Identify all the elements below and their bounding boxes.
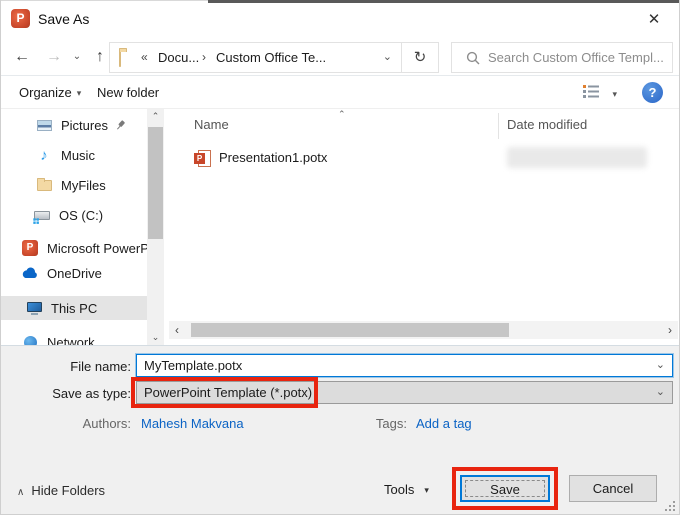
file-row-presentation1[interactable]: P Presentation1.potx — [164, 147, 680, 171]
title-bar: P Save As ✕ — [1, 3, 679, 39]
this-pc-icon — [25, 302, 43, 315]
sidebar-item-label: OS (C:) — [59, 208, 103, 223]
column-header-name[interactable]: Name — [194, 117, 229, 132]
powerpoint-icon: P — [11, 9, 30, 28]
horizontal-scrollbar[interactable]: ‹ › — [169, 321, 678, 339]
sidebar-item-myfiles[interactable]: MyFiles — [1, 173, 147, 197]
sidebar-item-label: Pictures — [61, 118, 108, 133]
save-as-type-chevron[interactable]: ⌄ — [656, 385, 665, 398]
browser-body: Pictures ♪ Music MyFiles OS (C:) P Micro… — [1, 109, 680, 345]
sidebar-item-pictures[interactable]: Pictures — [1, 113, 147, 137]
sort-indicator-icon: ⌃ — [338, 109, 346, 120]
sidebar-item-music[interactable]: ♪ Music — [1, 143, 147, 167]
sidebar-scrollbar[interactable]: ⌃ ⌄ — [147, 109, 164, 345]
hide-folders-button[interactable]: ∧ Hide Folders — [17, 483, 105, 498]
hide-folders-label: Hide Folders — [31, 483, 105, 498]
sidebar-item-label: Microsoft PowerPo — [47, 241, 147, 256]
network-icon — [21, 336, 39, 346]
music-icon: ♪ — [35, 147, 53, 164]
sidebar-item-label: OneDrive — [47, 266, 102, 281]
column-divider[interactable] — [498, 113, 499, 139]
breadcrumb-overflow-chevron[interactable]: « — [141, 43, 148, 72]
onedrive-icon — [21, 267, 39, 279]
sidebar-item-network[interactable]: Network — [1, 330, 147, 345]
close-icon[interactable]: ✕ — [641, 8, 667, 32]
file-name-label: File name: — [1, 359, 131, 374]
folder-icon — [119, 50, 121, 67]
details-view-icon — [583, 84, 600, 99]
powerpoint-icon: P — [21, 240, 39, 256]
authors-label: Authors: — [1, 416, 131, 431]
save-as-type-label: Save as type: — [1, 386, 131, 401]
organize-button[interactable]: Organize ▾ — [19, 77, 81, 109]
drive-icon — [33, 211, 51, 220]
scroll-down-icon[interactable]: ⌄ — [147, 330, 164, 345]
sidebar-item-onedrive[interactable]: OneDrive — [1, 261, 147, 285]
navigation-bar: ← → ⌄ ↑ « Docu... › Custom Office Te... … — [1, 39, 679, 76]
sidebar-item-microsoft-powerpoint[interactable]: P Microsoft PowerPo — [1, 236, 147, 260]
scroll-right-icon[interactable]: › — [662, 321, 678, 339]
save-as-dialog: P Save As ✕ ← → ⌄ ↑ « Docu... › Custom O… — [0, 0, 680, 515]
search-icon — [466, 51, 480, 65]
command-toolbar: Organize ▾ New folder ▾ ? — [1, 77, 679, 109]
sidebar-item-os-c[interactable]: OS (C:) — [1, 203, 147, 227]
sidebar-item-label: Music — [61, 148, 95, 163]
tags-label: Tags: — [341, 416, 407, 431]
file-list: ⌃ Name Date modified P Presentation1.pot… — [164, 109, 680, 345]
tools-button[interactable]: Tools ▾ — [384, 482, 429, 497]
address-bar[interactable]: « Docu... › Custom Office Te... ⌄ ↻ — [109, 42, 439, 73]
breadcrumb-current-folder[interactable]: Custom Office Te... — [216, 43, 326, 72]
date-modified-redacted — [507, 147, 647, 168]
address-dropdown-chevron[interactable]: ⌄ — [383, 43, 392, 72]
caret-down-icon: ▾ — [77, 88, 82, 98]
sidebar-item-label: Network — [47, 335, 95, 346]
sidebar-item-label: MyFiles — [61, 178, 106, 193]
scroll-up-icon[interactable]: ⌃ — [147, 109, 164, 124]
folder-icon — [35, 180, 53, 191]
new-folder-button[interactable]: New folder — [97, 77, 159, 109]
recent-locations-chevron[interactable]: ⌄ — [69, 43, 85, 71]
pictures-icon — [35, 120, 53, 131]
scrollbar-thumb[interactable] — [191, 323, 509, 337]
file-name: Presentation1.potx — [219, 150, 327, 165]
save-button[interactable]: Save — [460, 475, 550, 502]
file-name-input[interactable] — [136, 354, 673, 377]
sidebar-item-this-pc[interactable]: This PC — [1, 296, 147, 320]
breadcrumb-separator-icon: › — [202, 43, 206, 72]
breadcrumb-parent[interactable]: Docu... — [158, 43, 199, 72]
refresh-icon[interactable]: ↻ — [401, 43, 438, 72]
resize-grip[interactable] — [665, 501, 675, 511]
back-button[interactable]: ← — [9, 43, 35, 71]
chevron-up-icon: ∧ — [17, 487, 24, 498]
help-icon[interactable]: ? — [642, 82, 663, 103]
cancel-button[interactable]: Cancel — [569, 475, 657, 502]
column-header-date-modified[interactable]: Date modified — [507, 117, 587, 132]
pin-icon — [113, 118, 128, 133]
forward-button[interactable]: → — [41, 43, 67, 71]
search-input[interactable] — [488, 44, 668, 71]
file-name-dropdown-chevron[interactable]: ⌄ — [656, 358, 665, 371]
caret-down-icon: ▾ — [424, 485, 429, 495]
tools-label: Tools — [384, 482, 414, 497]
powerpoint-file-icon: P — [194, 150, 211, 167]
add-tag-link[interactable]: Add a tag — [416, 416, 472, 431]
organize-label: Organize — [19, 85, 72, 100]
caret-down-icon: ▾ — [612, 89, 617, 100]
scrollbar-thumb[interactable] — [148, 127, 163, 239]
save-as-type-select[interactable]: PowerPoint Template (*.potx) — [136, 381, 673, 404]
search-box[interactable] — [451, 42, 673, 73]
navigation-sidebar: Pictures ♪ Music MyFiles OS (C:) P Micro… — [1, 109, 147, 345]
scroll-left-icon[interactable]: ‹ — [169, 321, 185, 339]
save-form-panel: File name: ⌄ Save as type: PowerPoint Te… — [1, 346, 679, 515]
window-title: Save As — [38, 11, 89, 27]
view-mode-button[interactable]: ▾ — [583, 84, 617, 103]
authors-link[interactable]: Mahesh Makvana — [141, 416, 244, 431]
sidebar-item-label: This PC — [51, 301, 97, 316]
